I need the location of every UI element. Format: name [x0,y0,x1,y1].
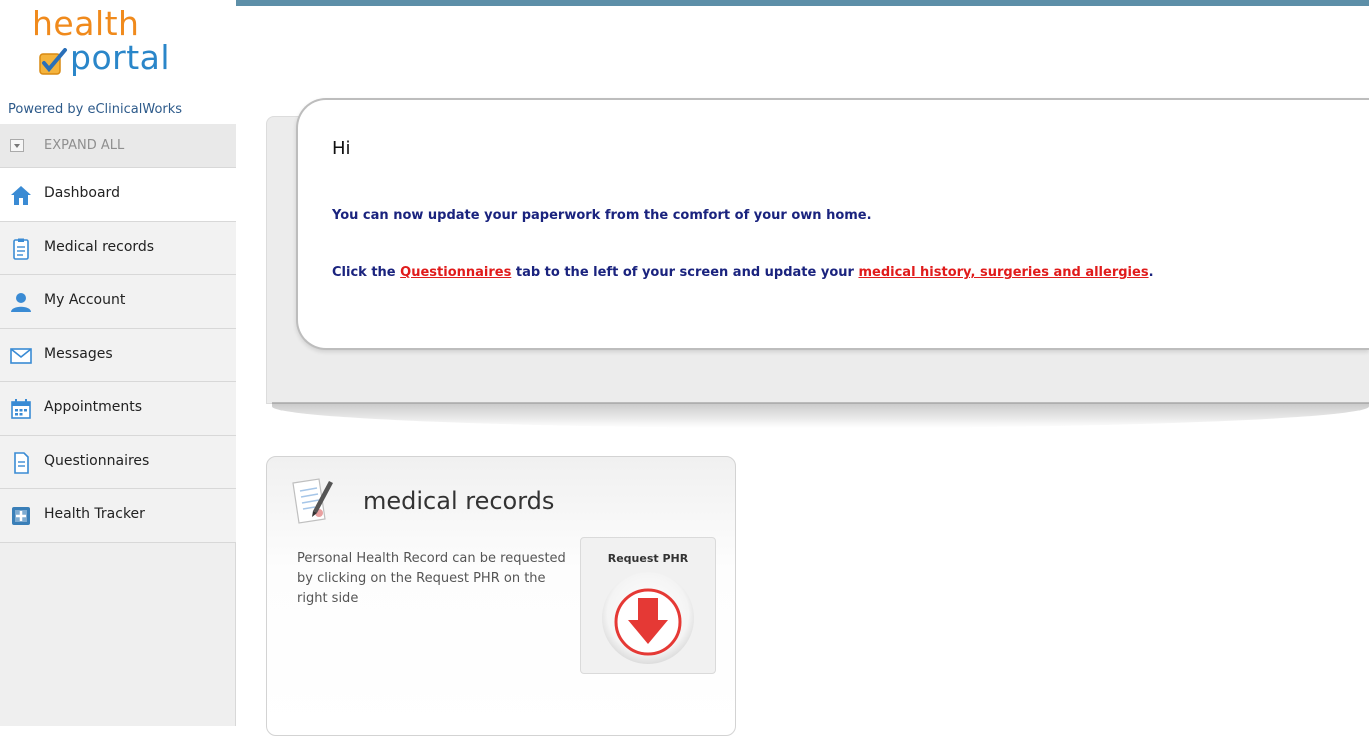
expand-all-label: EXPAND ALL [44,138,125,153]
logo-area: health portal Powered by eClinicalWorks [0,0,236,124]
sidebar-item-label: Health Tracker [44,506,145,522]
announcement-text-pre: Click the [332,265,401,280]
sidebar-nav: Dashboard Medical records My Account Mes… [0,168,236,543]
chevron-down-icon [10,139,24,152]
announcement-line-2: Click the Questionnaires tab to the left… [332,265,1154,280]
sidebar-item-label: Medical records [44,238,155,255]
sidebar-item-label: Questionnaires [44,452,150,469]
sidebar-item-my-account[interactable]: My Account [0,275,236,329]
tracker-icon [12,507,30,525]
sidebar: health portal Powered by eClinicalWorks … [0,0,236,726]
sidebar-item-appointments[interactable]: Appointments [0,382,236,436]
medical-records-widget: medical records Personal Health Record c… [266,456,736,736]
envelope-icon [10,347,32,364]
request-phr-button[interactable]: Request PHR [580,537,716,674]
announcement-text-post: . [1148,265,1154,280]
medical-history-link[interactable]: medical history, surgeries and allergies [858,265,1148,280]
sidebar-item-dashboard[interactable]: Dashboard [0,168,236,222]
document-icon [14,451,29,474]
top-accent-bar [236,0,1369,6]
download-arrow-icon [602,572,694,664]
announcement-text-mid: tab to the left of your screen and updat… [511,265,859,280]
announcement-line-1: You can now update your paperwork from t… [332,208,872,223]
sidebar-item-messages[interactable]: Messages [0,328,236,382]
sidebar-item-questionnaires[interactable]: Questionnaires [0,435,236,489]
powered-by-text: Powered by eClinicalWorks [8,102,183,117]
questionnaires-link[interactable]: Questionnaires [400,265,511,280]
logo-health-text: health [32,4,140,43]
announcement-card: Hi You can now update your paperwork fro… [296,98,1369,350]
sidebar-item-health-tracker[interactable]: Health Tracker [0,489,236,543]
request-phr-label: Request PHR [607,552,689,565]
announcement-panel-shadow [272,402,1369,428]
medical-record-document-icon [292,478,333,524]
sidebar-item-label: My Account [44,292,126,308]
greeting-title: Hi [332,138,351,159]
sidebar-item-label: Messages [44,345,113,362]
sidebar-item-label: Appointments [44,399,143,415]
house-icon [11,186,31,205]
calendar-icon [11,399,31,419]
widget-title: medical records [363,487,555,515]
widget-description: Personal Health Record can be requested … [297,551,566,606]
logo-portal-text: portal [70,38,171,77]
user-icon [11,293,31,312]
sidebar-item-label: Dashboard [44,185,120,201]
sidebar-item-medical-records[interactable]: Medical records [0,221,236,275]
logo-check-icon [39,48,67,75]
expand-all-button[interactable]: EXPAND ALL [0,124,236,168]
clipboard-icon [13,238,29,260]
